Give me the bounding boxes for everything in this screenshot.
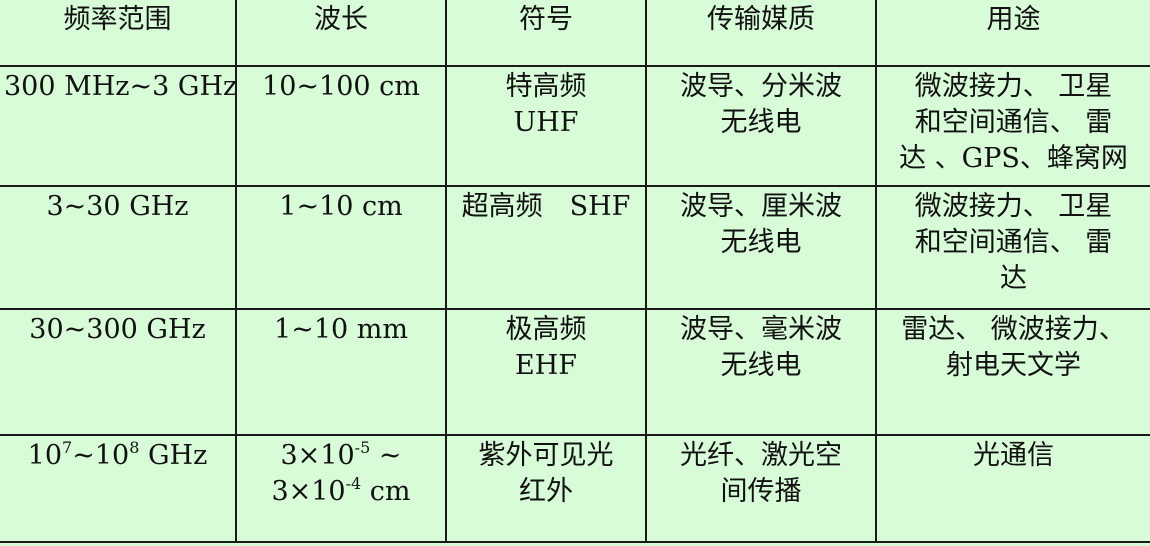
cell-line: 光通信 <box>973 439 1054 471</box>
cell-line: 无线电 <box>720 107 802 139</box>
cell-frequency: 300 MHz~3 GHz <box>0 65 237 188</box>
cell-line: 光纤、激光空 <box>680 439 842 471</box>
cell-line: 特高频 <box>505 71 587 103</box>
cell-medium: 光纤、激光空 间传播 <box>645 433 877 544</box>
cell-line: 达 、GPS、蜂窝网 <box>899 143 1128 175</box>
cell-wavelength: 1~10 mm <box>235 307 447 436</box>
table-row: 3~30 GHz 1~10 cm 超高频 SHF 波导、厘米波 无线电 微波接力… <box>0 185 1150 310</box>
cell-line: 极高频 <box>505 313 587 345</box>
cell-line: 3~30 GHz <box>46 191 189 223</box>
cell-line: 波导、厘米波 <box>680 191 842 223</box>
cell-medium: 波导、厘米波 无线电 <box>645 185 877 310</box>
cell-line: 微波接力、 卫星 <box>914 71 1113 103</box>
cell-wavelength: 10~100 cm <box>235 65 447 188</box>
cell-line: 射电天文学 <box>946 349 1081 381</box>
cell-wavelength: 1~10 cm <box>235 185 447 310</box>
cell-symbol: 特高频 UHF <box>445 65 647 188</box>
cell-usage: 雷达、 微波接力、 射电天文学 <box>875 307 1150 436</box>
wl-suffix: ~ <box>370 439 402 471</box>
cell-line: 1~10 cm <box>279 191 403 223</box>
freq-base: 10 <box>27 439 63 471</box>
cell-line: 10~100 cm <box>262 71 420 103</box>
cell-usage: 微波接力、 卫星 和空间通信、 雷 达 、GPS、蜂窝网 <box>875 65 1150 188</box>
cell-line: UHF <box>513 107 579 139</box>
cell-symbol: 超高频 SHF <box>445 185 647 310</box>
cell-medium: 波导、分米波 无线电 <box>645 65 877 188</box>
cell-line: 超高频 SHF <box>461 191 631 223</box>
freq-separator: ~10 <box>72 439 130 471</box>
frequency-table: 频率范围 波长 符号 传输媒质 用途 300 MHz~3 GHz 10~100 … <box>0 0 1150 544</box>
header-wavelength: 波长 <box>235 0 447 68</box>
cell-line: 无线电 <box>720 227 802 259</box>
freq-exponent: 8 <box>129 437 140 457</box>
cell-symbol: 极高频 EHF <box>445 307 647 436</box>
table-row: 300 MHz~3 GHz 10~100 cm 特高频 UHF 波导、分米波 无… <box>0 65 1150 188</box>
cell-wavelength: 3×10-5 ~ 3×10-4 cm <box>235 433 447 544</box>
header-transmission-medium: 传输媒质 <box>645 0 877 68</box>
freq-unit: GHz <box>139 439 208 471</box>
cell-line: 和空间通信、 雷 <box>914 107 1113 139</box>
cell-line: 红外 <box>519 475 573 507</box>
cell-line: 无线电 <box>720 349 802 381</box>
wl-exponent: -5 <box>354 437 371 457</box>
wl-base: 3×10 <box>271 475 346 507</box>
wl-base: 3×10 <box>280 439 355 471</box>
cell-line: 雷达、 微波接力、 <box>901 313 1126 345</box>
header-symbol: 符号 <box>445 0 647 68</box>
cell-line: 107~108 GHz <box>4 438 231 474</box>
cell-symbol: 紫外可见光 红外 <box>445 433 647 544</box>
header-usage: 用途 <box>875 0 1150 68</box>
cell-line: EHF <box>515 349 577 381</box>
cell-line: 300 MHz~3 GHz <box>4 71 236 103</box>
table-row: 30~300 GHz 1~10 mm 极高频 EHF 波导、毫米波 无线电 雷达… <box>0 307 1150 436</box>
cell-line: 波导、分米波 <box>680 71 842 103</box>
cell-line: 和空间通信、 雷 <box>914 227 1113 259</box>
cell-frequency: 3~30 GHz <box>0 185 237 310</box>
cell-line: 微波接力、 卫星 <box>914 191 1113 223</box>
cell-line: 波导、毫米波 <box>680 313 842 345</box>
cell-medium: 波导、毫米波 无线电 <box>645 307 877 436</box>
wl-suffix: cm <box>361 475 411 507</box>
cell-usage: 微波接力、 卫星 和空间通信、 雷 达 <box>875 185 1150 310</box>
cell-usage: 光通信 <box>875 433 1150 544</box>
cell-frequency: 30~300 GHz <box>0 307 237 436</box>
cell-line: 达 <box>1000 263 1027 295</box>
cell-line: 30~300 GHz <box>29 313 206 345</box>
cell-line: 间传播 <box>720 475 802 507</box>
cell-line: 3×10-5 ~ <box>241 438 441 474</box>
table-row: 107~108 GHz 3×10-5 ~ 3×10-4 cm 紫外可见光 红外 … <box>0 433 1150 544</box>
table-header-row: 频率范围 波长 符号 传输媒质 用途 <box>0 0 1150 68</box>
wl-exponent: -4 <box>345 473 362 493</box>
cell-line: 3×10-4 cm <box>241 474 441 510</box>
cell-frequency: 107~108 GHz <box>0 433 237 544</box>
header-frequency-range: 频率范围 <box>0 0 237 68</box>
cell-line: 1~10 mm <box>274 313 408 345</box>
freq-exponent: 7 <box>62 437 73 457</box>
cell-line: 紫外可见光 <box>478 439 614 471</box>
